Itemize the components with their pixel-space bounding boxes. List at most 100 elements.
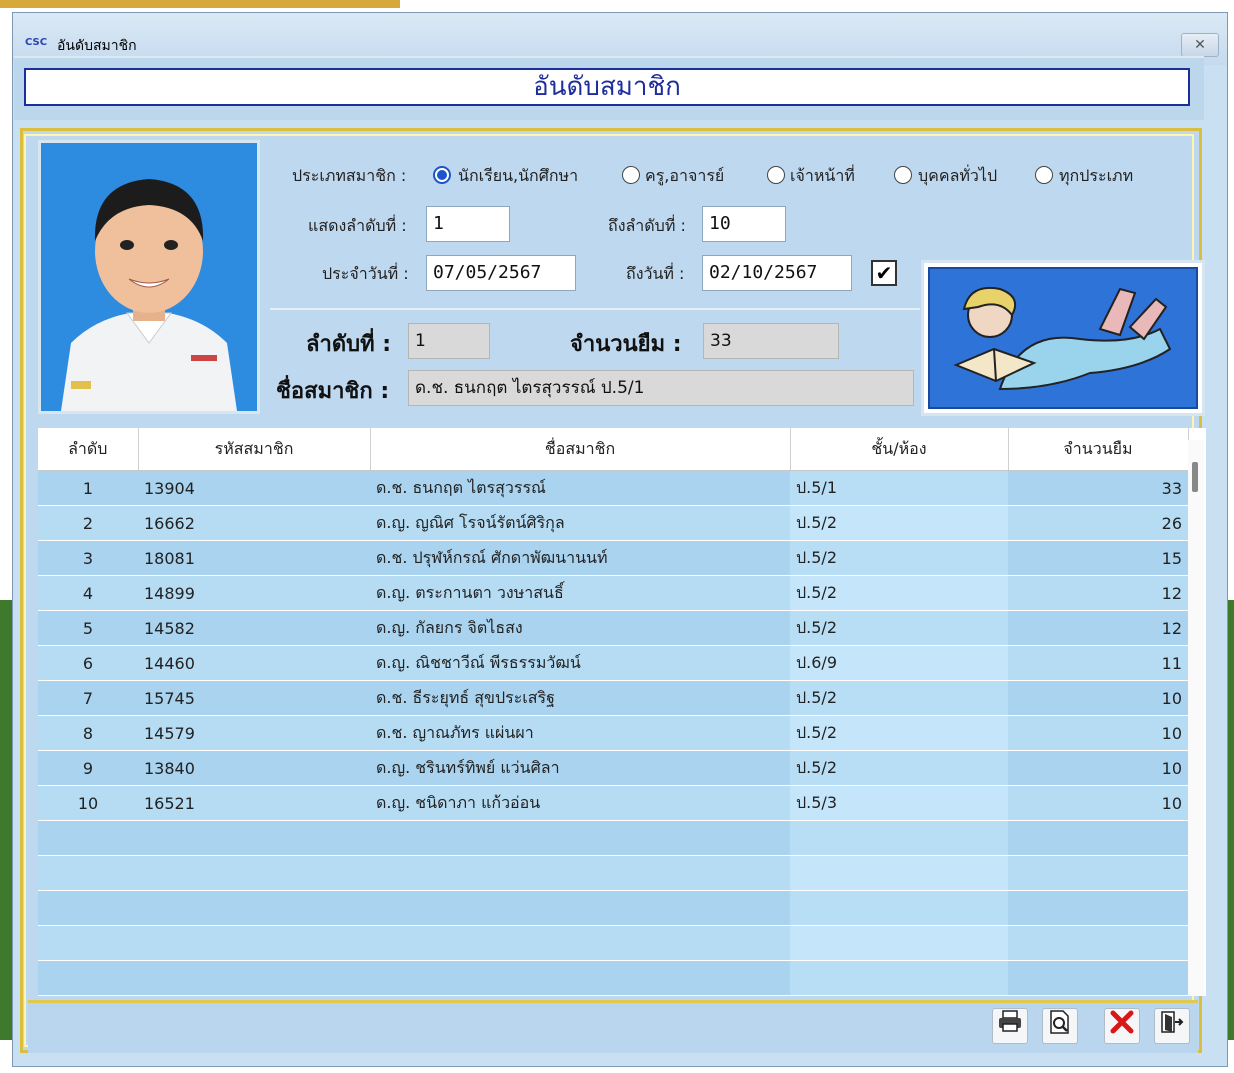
window-title: อันดับสมาชิก (57, 38, 137, 54)
scrollbar-thumb[interactable] (1192, 462, 1198, 492)
cell-class: ป.5/2 (790, 575, 1008, 611)
table-row[interactable]: 7 15745 ด.ช. ธีระยุทธ์ สุขประเสริฐ ป.5/2… (38, 680, 1188, 716)
table-row-empty (38, 855, 1188, 891)
cell-member-name: ด.ช. ธีระยุทธ์ สุขประเสริฐ (370, 680, 790, 716)
to-date-input[interactable]: 02/10/2567 (702, 255, 852, 291)
cell-rank: 6 (38, 645, 138, 681)
to-rank-label: ถึงลำดับที่ : (608, 216, 686, 235)
checkmark-icon: ✔ (875, 261, 893, 285)
column-header-borrow-count[interactable]: จำนวนยืม (1008, 428, 1189, 471)
cell-member-name: ด.ญ. ชนิดาภา แก้วอ่อน (370, 785, 790, 821)
table-row-empty (38, 925, 1188, 961)
column-header-rank[interactable]: ลำดับ (38, 428, 139, 471)
girl-reading-icon (953, 287, 1172, 391)
cell-member-id: 14460 (138, 645, 370, 681)
member-name-value: ด.ช. ธนกฤต ไตรสุวรรณ์ ป.5/1 (408, 370, 914, 406)
cell-borrow-count: 15 (1008, 540, 1188, 576)
app-icon: CSC (25, 37, 48, 48)
print-preview-icon (1050, 1010, 1069, 1034)
cell-member-name: ด.ช. ปรุฬห์กรณ์ ศักดาพัฒนานนท์ (370, 540, 790, 576)
radio-student[interactable] (433, 166, 451, 184)
printer-icon (999, 1010, 1021, 1032)
cell-borrow-count: 12 (1008, 610, 1188, 646)
column-header-member-name[interactable]: ชื่อสมาชิก (370, 428, 791, 471)
table-row[interactable]: 4 14899 ด.ญ. ตระกานตา วงษาสนธิ์ ป.5/2 12 (38, 575, 1188, 611)
member-type-label: ประเภทสมาชิก : (292, 166, 407, 185)
cell-member-id: 16521 (138, 785, 370, 821)
table-row-empty (38, 820, 1188, 856)
cell-class: ป.5/3 (790, 785, 1008, 821)
print-button[interactable] (992, 1008, 1028, 1044)
table-header-row: ลำดับ รหัสสมาชิก ชื่อสมาชิก ชั้น/ห้อง จำ… (38, 428, 1189, 471)
cell-member-name: ด.ญ. ญณิศ โรจน์รัตน์ศิริกุล (370, 505, 790, 541)
cell-member-name: ด.ญ. ณิชชาวีณ์ พีรธรรมวัฒน์ (370, 645, 790, 681)
radio-general-public[interactable] (894, 166, 912, 184)
cell-rank: 9 (38, 750, 138, 786)
close-icon: ✕ (1194, 37, 1206, 53)
cell-rank: 2 (38, 505, 138, 541)
radio-staff-label[interactable]: เจ้าหน้าที่ (790, 164, 855, 189)
radio-all-types-label[interactable]: ทุกประเภท (1059, 164, 1133, 189)
cell-class: ป.6/9 (790, 645, 1008, 681)
from-rank-input[interactable]: 1 (426, 206, 510, 242)
date-filter-checkbox[interactable]: ✔ (871, 260, 897, 286)
table-row[interactable]: 2 16662 ด.ญ. ญณิศ โรจน์รัตน์ศิริกุล ป.5/… (38, 505, 1188, 541)
page-title-box: อันดับสมาชิก (24, 68, 1190, 106)
cell-class: ป.5/2 (790, 715, 1008, 751)
from-rank-label: แสดงลำดับที่ : (308, 216, 407, 235)
table-row[interactable]: 3 18081 ด.ช. ปรุฬห์กรณ์ ศักดาพัฒนานนท์ ป… (38, 540, 1188, 576)
table-row[interactable]: 10 16521 ด.ญ. ชนิดาภา แก้วอ่อน ป.5/3 10 (38, 785, 1188, 821)
table-scrollbar[interactable] (1188, 440, 1204, 996)
column-header-member-id[interactable]: รหัสสมาชิก (138, 428, 371, 471)
member-name-label: ชื่อสมาชิก : (276, 379, 390, 404)
from-date-input[interactable]: 07/05/2567 (426, 255, 576, 291)
cell-member-id: 14899 (138, 575, 370, 611)
radio-teacher[interactable] (622, 166, 640, 184)
delete-button[interactable] (1104, 1008, 1140, 1044)
cell-member-id: 14582 (138, 610, 370, 646)
cell-rank: 7 (38, 680, 138, 716)
cell-class: ป.5/1 (790, 470, 1008, 506)
cell-member-id: 18081 (138, 540, 370, 576)
ranking-table: ลำดับ รหัสสมาชิก ชื่อสมาชิก ชั้น/ห้อง จำ… (38, 428, 1206, 996)
borrow-count-value: 33 (703, 323, 839, 359)
column-header-class[interactable]: ชั้น/ห้อง (790, 428, 1009, 471)
cell-rank: 3 (38, 540, 138, 576)
cell-borrow-count: 33 (1008, 470, 1188, 506)
rank-label: ลำดับที่ : (306, 332, 392, 357)
cell-borrow-count: 12 (1008, 575, 1188, 611)
radio-student-label[interactable]: นักเรียน,นักศึกษา (458, 164, 578, 189)
radio-all-types[interactable] (1035, 166, 1053, 184)
exit-door-icon (1161, 1011, 1184, 1033)
to-rank-input[interactable]: 10 (702, 206, 786, 242)
table-row[interactable]: 5 14582 ด.ญ. กัลยกร จิตไธสง ป.5/2 12 (38, 610, 1188, 646)
radio-teacher-label[interactable]: ครู,อาจารย์ (645, 164, 724, 189)
cell-rank: 5 (38, 610, 138, 646)
table-row-empty (38, 890, 1188, 926)
member-photo (38, 140, 260, 414)
from-date-label: ประจำวันที่ : (322, 264, 409, 283)
borrow-count-label: จำนวนยืม : (570, 332, 682, 357)
cell-rank: 10 (38, 785, 138, 821)
page-title: อันดับสมาชิก (533, 72, 681, 102)
radio-general-public-label[interactable]: บุคคลทั่วไป (918, 164, 997, 189)
cell-rank: 8 (38, 715, 138, 751)
cell-class: ป.5/2 (790, 505, 1008, 541)
exit-button[interactable] (1154, 1008, 1190, 1044)
table-row[interactable]: 8 14579 ด.ช. ญาณภัทร แผ่นผา ป.5/2 10 (38, 715, 1188, 751)
table-row[interactable]: 1 13904 ด.ช. ธนกฤต ไตรสุวรรณ์ ป.5/1 33 (38, 470, 1188, 506)
close-button[interactable]: ✕ (1181, 33, 1219, 57)
to-date-label: ถึงวันที่ : (626, 264, 685, 283)
print-preview-button[interactable] (1042, 1008, 1078, 1044)
cell-class: ป.5/2 (790, 750, 1008, 786)
table-row[interactable]: 9 13840 ด.ญ. ชรินทร์ทิพย์ แว่นศิลา ป.5/2… (38, 750, 1188, 786)
table-row-empty (38, 960, 1188, 996)
cell-class: ป.5/2 (790, 680, 1008, 716)
radio-staff[interactable] (767, 166, 785, 184)
reading-illustration (921, 260, 1205, 416)
cell-borrow-count: 10 (1008, 680, 1188, 716)
cell-member-id: 14579 (138, 715, 370, 751)
section-divider (270, 308, 920, 310)
cell-member-name: ด.ญ. ตระกานตา วงษาสนธิ์ (370, 575, 790, 611)
table-row[interactable]: 6 14460 ด.ญ. ณิชชาวีณ์ พีรธรรมวัฒน์ ป.6/… (38, 645, 1188, 681)
